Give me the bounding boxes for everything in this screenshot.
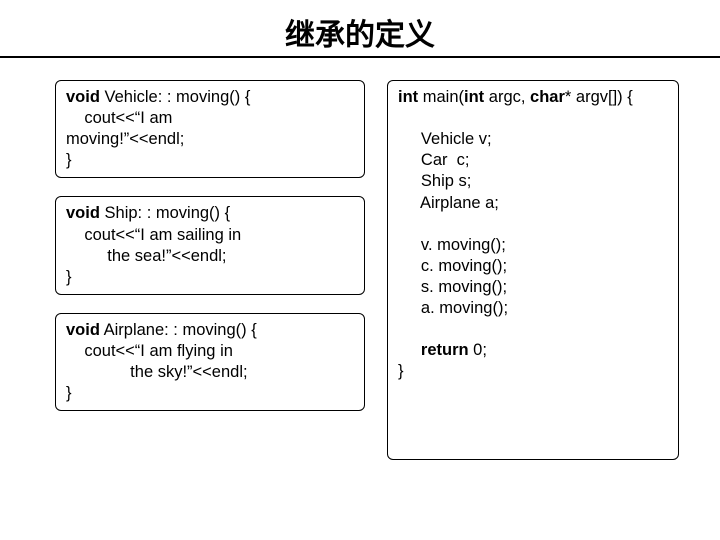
code-text: 0; xyxy=(469,341,487,359)
code-text: c. moving(); xyxy=(398,257,507,275)
code-text xyxy=(398,341,421,359)
slide: 继承的定义 void Vehicle: : moving() { cout<<“… xyxy=(0,0,720,540)
code-text: } xyxy=(66,384,72,402)
code-text: s. moving(); xyxy=(398,278,507,296)
keyword-return: return xyxy=(421,341,469,359)
left-column: void Vehicle: : moving() { cout<<“I am m… xyxy=(55,80,365,460)
code-text: Ship: : moving() { xyxy=(100,204,230,222)
keyword-int: int xyxy=(398,88,418,106)
code-text: Ship s; xyxy=(398,172,471,190)
code-box-ship: void Ship: : moving() { cout<<“I am sail… xyxy=(55,196,365,294)
keyword-char: char xyxy=(530,88,565,106)
code-text: argc, xyxy=(484,88,530,106)
keyword-void: void xyxy=(66,88,100,106)
code-text: } xyxy=(66,151,72,169)
code-text: the sea!”<<endl; xyxy=(66,247,227,265)
code-text: cout<<“I am flying in xyxy=(66,342,233,360)
code-text: v. moving(); xyxy=(398,236,506,254)
keyword-int: int xyxy=(464,88,484,106)
code-text: * argv[]) { xyxy=(565,88,633,106)
keyword-void: void xyxy=(66,204,100,222)
code-text: a. moving(); xyxy=(398,299,508,317)
code-text: } xyxy=(398,362,404,380)
code-text: main( xyxy=(418,88,464,106)
code-text: the sky!”<<endl; xyxy=(66,363,248,381)
code-text: Vehicle: : moving() { xyxy=(100,88,250,106)
code-text: moving!”<<endl; xyxy=(66,130,184,148)
code-text: Airplane: : moving() { xyxy=(100,321,257,339)
code-text: cout<<“I am xyxy=(66,109,172,127)
code-text: Car c; xyxy=(398,151,470,169)
content-area: void Vehicle: : moving() { cout<<“I am m… xyxy=(0,80,720,460)
code-box-airplane: void Airplane: : moving() { cout<<“I am … xyxy=(55,313,365,411)
code-text: } xyxy=(66,268,72,286)
keyword-void: void xyxy=(66,321,100,339)
right-column: int main(int argc, char* argv[]) { Vehic… xyxy=(387,80,679,460)
code-box-main: int main(int argc, char* argv[]) { Vehic… xyxy=(387,80,679,460)
page-title: 继承的定义 xyxy=(0,0,720,60)
code-text: cout<<“I am sailing in xyxy=(66,226,241,244)
title-underline xyxy=(0,56,720,58)
code-text: Airplane a; xyxy=(398,194,499,212)
code-box-vehicle: void Vehicle: : moving() { cout<<“I am m… xyxy=(55,80,365,178)
code-text: Vehicle v; xyxy=(398,130,492,148)
